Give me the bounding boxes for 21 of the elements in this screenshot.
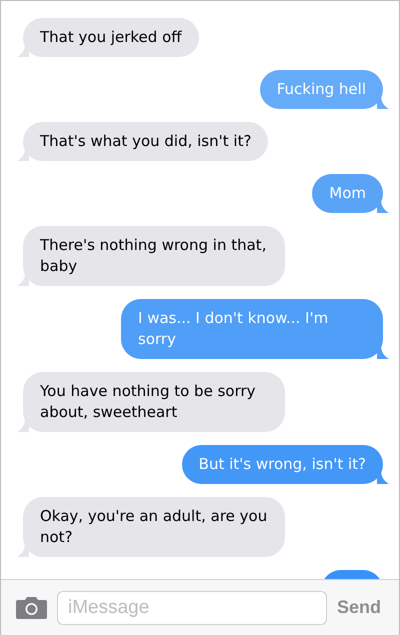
bubble-tail: [17, 272, 29, 286]
message-bubble: Okay, you're an adult, are you not?: [23, 497, 285, 557]
message-bubble: I was... I don't know... I'm sorry: [121, 299, 383, 359]
message-bubble: You have nothing to be sorry about, sweetheart: [23, 372, 285, 432]
message-bubble: That's what you did, isn't it?: [23, 122, 268, 161]
bubble-tail: [17, 543, 29, 557]
send-button[interactable]: Send: [337, 594, 382, 621]
message-field[interactable]: iMessage: [57, 590, 327, 624]
message-bubble: That you jerked off: [23, 18, 199, 57]
bubble-tail: [17, 418, 29, 432]
message-bubble: There's nothing wrong in that, baby: [23, 226, 285, 286]
message-bubble: But it's wrong, isn't it?: [182, 445, 383, 484]
bubble-tail: [377, 345, 389, 359]
message-bubble: Mom: [312, 174, 383, 213]
bubble-tail: [17, 147, 29, 161]
bubble-tail: [17, 43, 29, 57]
bubble-tail: [377, 95, 389, 109]
bubble-tail: [377, 199, 389, 213]
message-bubble: Fucking hell: [260, 70, 383, 109]
camera-icon[interactable]: [16, 596, 47, 619]
bubble-tail: [377, 470, 389, 484]
